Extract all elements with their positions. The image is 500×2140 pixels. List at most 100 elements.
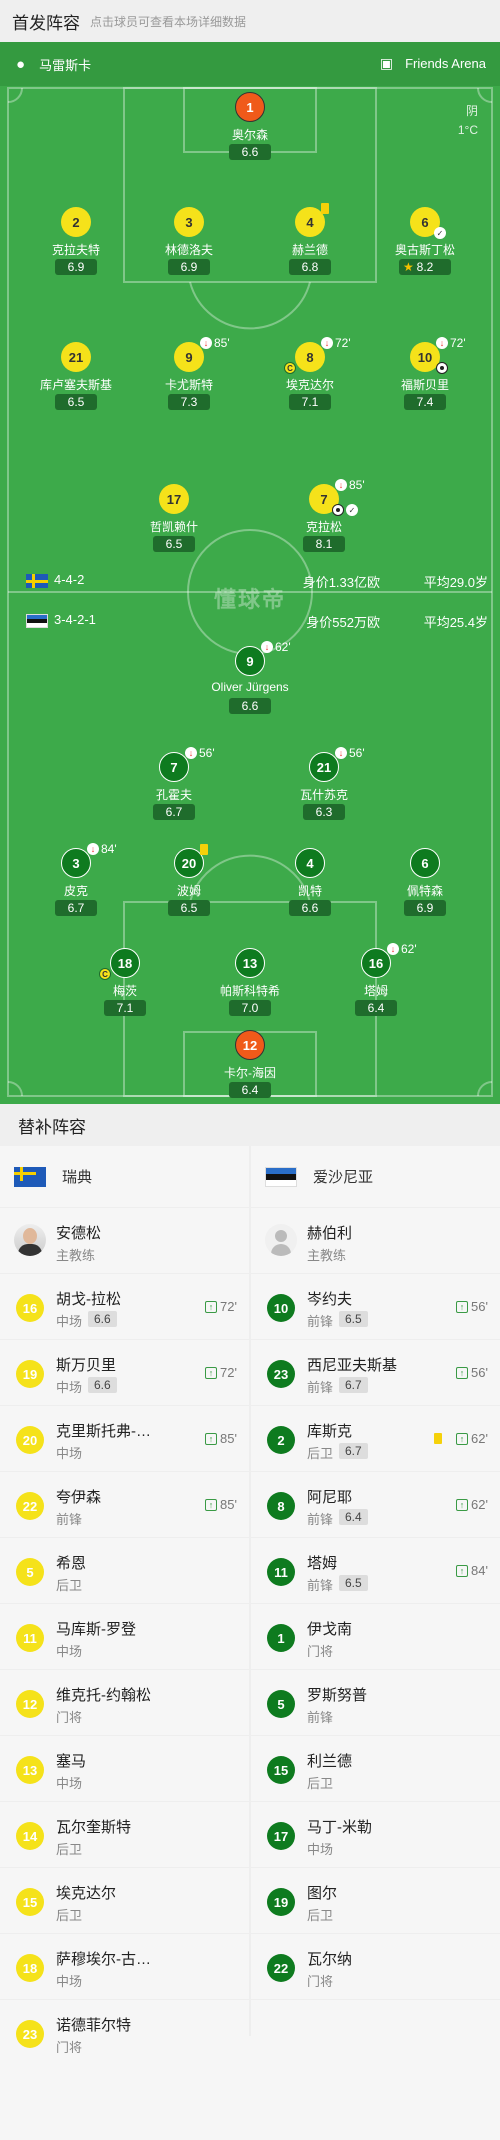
bench-player[interactable]: 16 胡戈-拉松 中场 6.6 ↑ 72': [0, 1274, 249, 1340]
away-player-9[interactable]: 9 ↓ 62' Oliver Jürgens 6.6: [200, 640, 300, 726]
lineup-subtitle: 点击球员可查看本场详细数据: [90, 14, 247, 29]
bench-player[interactable]: 18 萨穆埃尔-古… 中场: [0, 1934, 249, 2000]
pitch: ● 马雷斯卡 ▣ Friends Arena 阴 1°C 懂球帝 1 奥尔森 6…: [0, 42, 500, 1104]
sub-in-icon: ↑: [205, 1366, 218, 1379]
away-player-18[interactable]: 18 C 梅茨 7.1: [75, 948, 175, 1028]
bench-player[interactable]: 15 埃克达尔 后卫: [0, 1868, 249, 1934]
sub-in-marker: ↑ 85': [205, 1497, 237, 1512]
bench-player[interactable]: 1 伊戈南 门将: [251, 1604, 500, 1670]
bench-player[interactable]: 15 利兰德 后卫: [251, 1736, 500, 1802]
away-player-4[interactable]: 4 凯特 6.6: [260, 848, 360, 928]
sub-in-icon: ↑: [456, 1432, 469, 1445]
away-value: 身价552万欧: [306, 615, 380, 630]
goal-ball-icon: [332, 504, 344, 516]
yellow-card-icon: [434, 1433, 442, 1444]
sub-off-marker: ↓ 56': [335, 746, 365, 760]
away-player-20[interactable]: 20 波姆 6.5: [139, 844, 239, 928]
team-bar: ● 马雷斯卡 ▣ Friends Arena: [0, 42, 500, 86]
yellow-card-icon: [200, 844, 208, 855]
bench-player[interactable]: 2 库斯克 后卫 6.7 ↑ 62': [251, 1406, 500, 1472]
away-formation: 3-4-2-1: [54, 612, 96, 627]
assist-icon: ✓: [346, 504, 358, 516]
sweden-flag-icon: [14, 1166, 46, 1187]
home-player-8[interactable]: 8 ↓ 72' C 埃克达尔 7.1: [260, 336, 360, 422]
home-player-10[interactable]: 10 ↓ 72' 福斯贝里 7.4: [375, 336, 475, 422]
goal-ball-icon: [436, 362, 448, 374]
home-player-1[interactable]: 1 奥尔森 6.6: [200, 92, 300, 172]
sub-off-icon: ↓: [436, 337, 448, 349]
bench-player[interactable]: 19 斯万贝里 中场 6.6 ↑ 72': [0, 1340, 249, 1406]
coach-avatar: [14, 1224, 46, 1256]
home-value: 身价1.33亿欧: [302, 575, 380, 590]
sub-in-marker: ↑ 72': [205, 1299, 237, 1314]
sub-off-marker: ↓ 85': [335, 478, 365, 492]
bench-player[interactable]: 5 罗斯努普 前锋: [251, 1670, 500, 1736]
home-country: 瑞典: [62, 1169, 93, 1186]
home-player-6[interactable]: 6 ✓ 奥古斯丁松 8.2 ★: [375, 207, 475, 287]
bench-player[interactable]: 22 瓦尔纳 门将: [251, 1934, 500, 2000]
home-player-4[interactable]: 4 赫兰德 6.8: [260, 203, 360, 287]
estonia-flag-icon: [265, 1166, 297, 1187]
bench-player[interactable]: 19 图尔 后卫: [251, 1868, 500, 1934]
home-player-7[interactable]: 7 ↓ 85' ✓ 克拉松 8.1: [274, 478, 374, 564]
bench-player[interactable]: 22 夸伊森 前锋 ↑ 85': [0, 1472, 249, 1538]
mvp-star-icon: ★: [403, 260, 414, 274]
bench-player[interactable]: 17 马丁-米勒 中场: [251, 1802, 500, 1868]
away-player-13[interactable]: 13 帕斯科特希 7.0: [200, 948, 300, 1028]
home-country-row: 瑞典: [0, 1146, 249, 1208]
sub-in-icon: ↑: [456, 1300, 469, 1313]
away-player-16[interactable]: 16 ↓ 62' 塔姆 6.4: [326, 942, 426, 1028]
sub-in-icon: ↑: [205, 1498, 218, 1511]
captain-icon: C: [99, 968, 111, 980]
sub-off-icon: ↓: [261, 641, 273, 653]
coach-avatar-placeholder-icon: [265, 1224, 297, 1256]
sub-in-icon: ↑: [456, 1366, 469, 1379]
bench-player[interactable]: 11 塔姆 前锋 6.5 ↑ 84': [251, 1538, 500, 1604]
sub-off-icon: ↓: [185, 747, 197, 759]
bench-player[interactable]: 11 马库斯-罗登 中场: [0, 1604, 249, 1670]
bench-player[interactable]: 13 塞马 中场: [0, 1736, 249, 1802]
sub-off-icon: ↓: [335, 747, 347, 759]
temperature: 1°C: [457, 123, 478, 137]
home-player-21[interactable]: 21 库卢塞夫斯基 6.5: [26, 342, 126, 422]
sub-in-marker: ↑ 84': [456, 1563, 488, 1578]
sub-in-marker: ↑ 62': [456, 1497, 488, 1512]
bench-player[interactable]: 23 诺德菲尔特 门将: [0, 2000, 249, 2066]
away-player-3[interactable]: 3 ↓ 84' 皮克 6.7: [26, 842, 126, 928]
captain-icon: C: [284, 362, 296, 374]
home-player-3[interactable]: 3 林德洛夫 6.9: [139, 207, 239, 287]
bench-player[interactable]: 14 瓦尔奎斯特 后卫: [0, 1802, 249, 1868]
away-player-6[interactable]: 6 佩特森 6.9: [375, 848, 475, 928]
bench-player[interactable]: 12 维克托-约翰松 门将: [0, 1670, 249, 1736]
estonia-flag-icon: [26, 614, 48, 628]
away-country: 爱沙尼亚: [313, 1169, 374, 1186]
sub-off-marker: ↓ 84': [87, 842, 117, 856]
lineup-header: 首发阵容 点击球员可查看本场详细数据: [0, 0, 500, 42]
sub-in-marker: ↑ 56': [456, 1299, 488, 1314]
bench-player[interactable]: 5 希恩 后卫: [0, 1538, 249, 1604]
sub-off-marker: ↓ 72': [436, 336, 466, 350]
home-player-17[interactable]: 17 哲凯赖什 6.5: [124, 484, 224, 564]
away-player-12[interactable]: 12 卡尔-海因 6.4: [200, 1030, 300, 1104]
bench-player[interactable]: 23 西尼亚夫斯基 前锋 6.7 ↑ 56': [251, 1340, 500, 1406]
sub-off-icon: ↓: [321, 337, 333, 349]
sub-in-marker: ↑ 72': [205, 1365, 237, 1380]
home-coach[interactable]: 安德松 主教练: [0, 1208, 249, 1274]
home-player-2[interactable]: 2 克拉夫特 6.9: [26, 207, 126, 287]
yellow-card-icon: [321, 203, 329, 214]
bench-player[interactable]: 8 阿尼耶 前锋 6.4 ↑ 62': [251, 1472, 500, 1538]
bench-player[interactable]: 10 岑约夫 前锋 6.5 ↑ 56': [251, 1274, 500, 1340]
sub-off-icon: ↓: [87, 843, 99, 855]
away-player-21[interactable]: 21 ↓ 56' 瓦什苏克 6.3: [274, 746, 374, 832]
bench-player[interactable]: 20 克里斯托弗-… 中场 ↑ 85': [0, 1406, 249, 1472]
venue-name: Friends Arena: [405, 56, 486, 71]
sub-in-icon: ↑: [456, 1498, 469, 1511]
home-formation-row: 4-4-2 身价1.33亿欧 平均29.0岁: [0, 568, 500, 592]
subs-title: 替补阵容: [0, 1104, 500, 1146]
lineup-title: 首发阵容: [12, 13, 80, 33]
referee-name: 马雷斯卡: [39, 58, 92, 73]
away-player-7[interactable]: 7 ↓ 56' 孔霍夫 6.7: [124, 746, 224, 832]
away-coach[interactable]: 赫伯利 主教练: [251, 1208, 500, 1274]
sweden-flag-icon: [26, 574, 48, 588]
home-player-9[interactable]: 9 ↓ 85' 卡尤斯特 7.3: [139, 336, 239, 422]
